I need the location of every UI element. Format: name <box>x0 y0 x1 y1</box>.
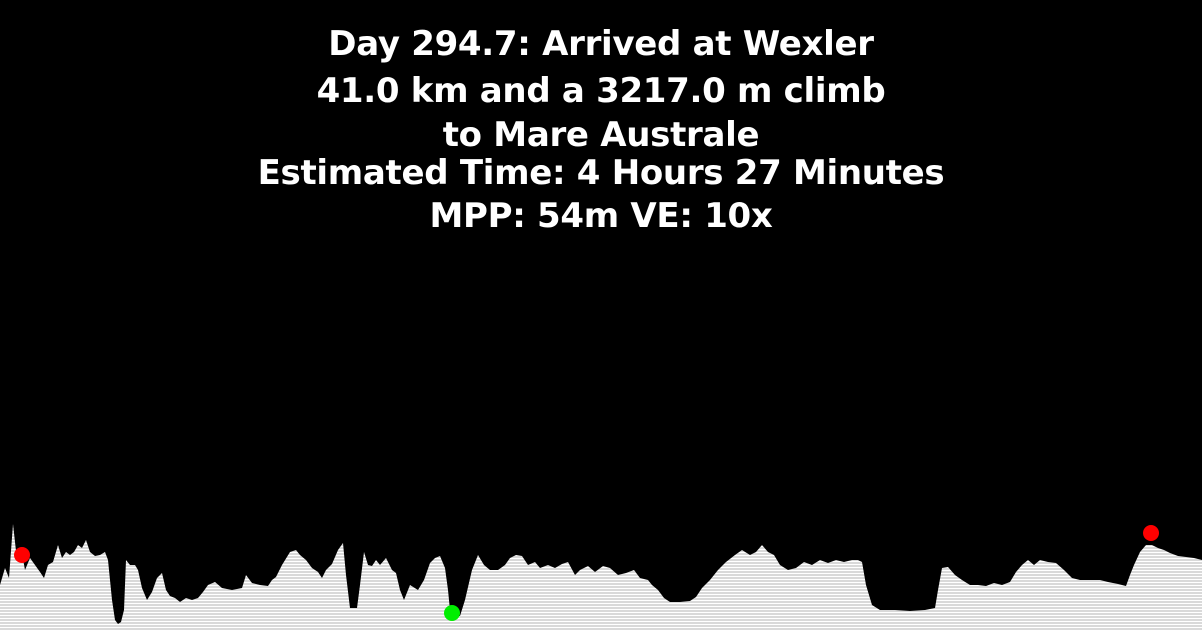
start-marker <box>14 547 30 563</box>
elevation-profile <box>0 524 1202 630</box>
current-position-marker <box>444 605 460 621</box>
terrain-profile <box>0 524 1202 630</box>
destination-marker <box>1143 525 1159 541</box>
